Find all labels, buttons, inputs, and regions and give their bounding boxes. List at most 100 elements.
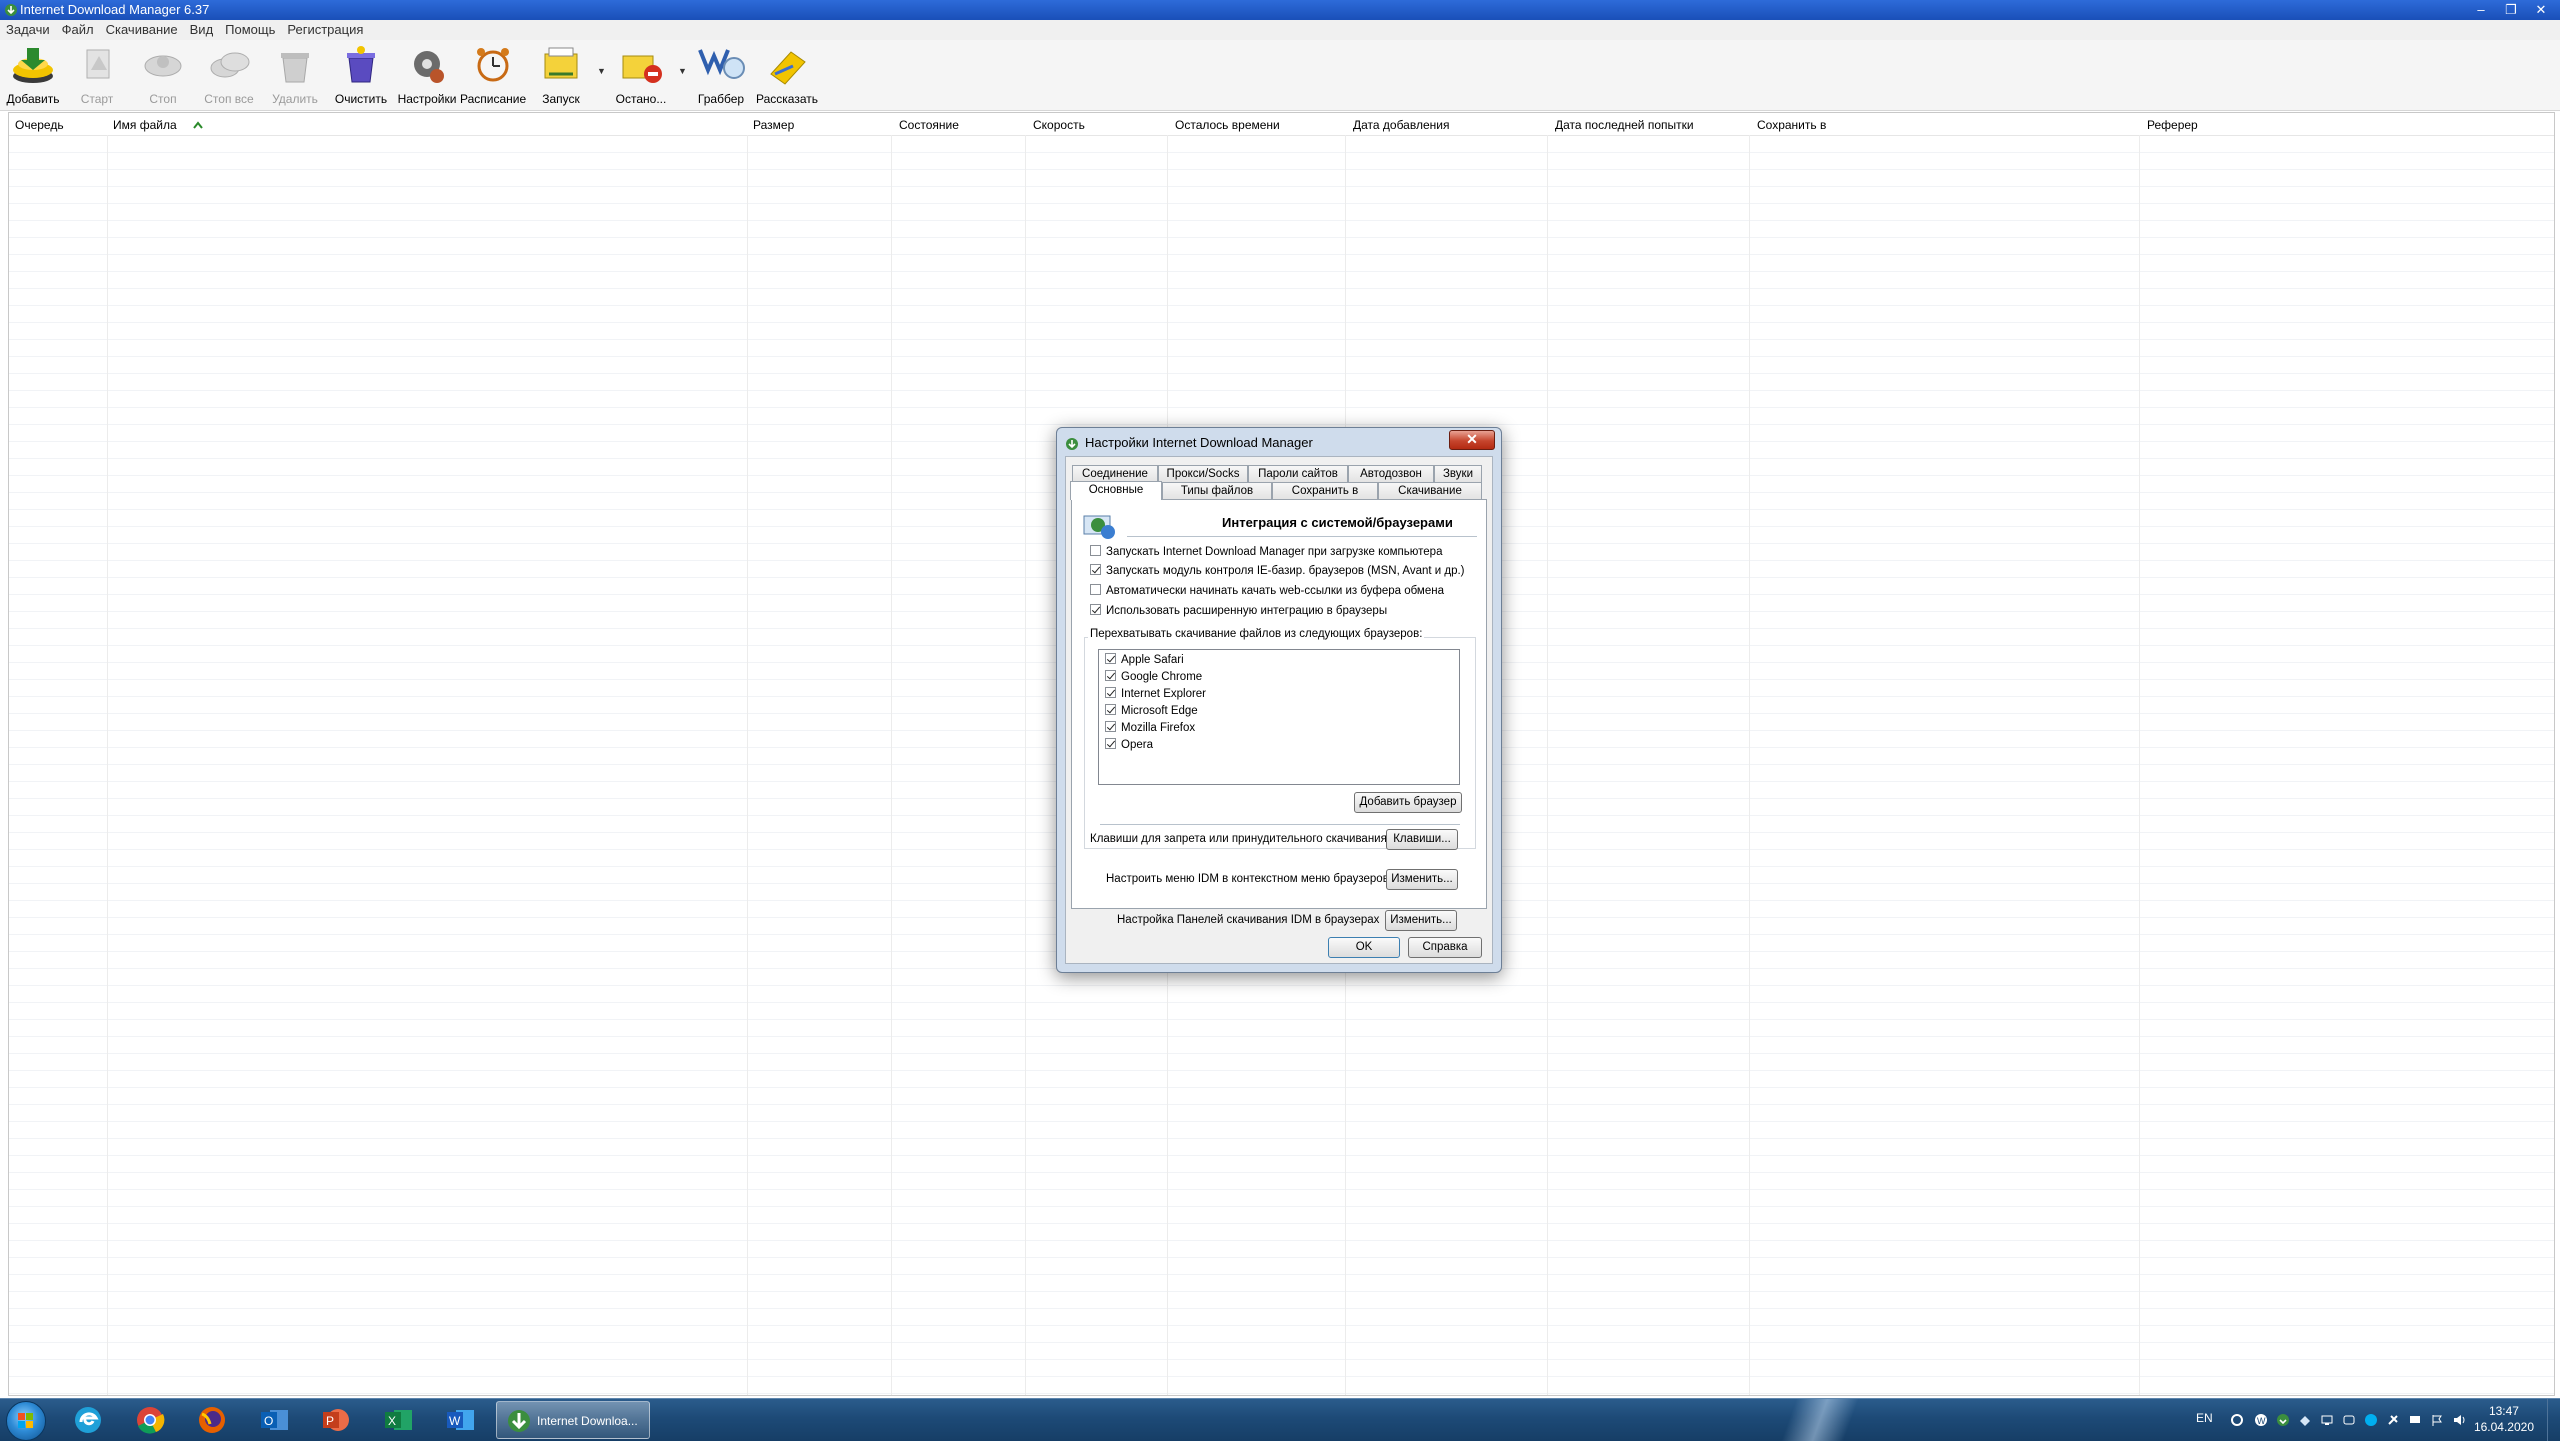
option-advanced-browser-integration[interactable]: Использовать расширенную интеграцию в бр… <box>1090 603 1387 619</box>
column-status[interactable]: Состояние <box>893 113 1023 135</box>
column-queue[interactable]: Очередь <box>9 113 107 135</box>
tray-network-icon[interactable] <box>2320 1413 2334 1427</box>
checkbox-checked[interactable] <box>1105 738 1116 750</box>
tab-proxy-socks[interactable]: Прокси/Socks <box>1158 465 1248 482</box>
tray-idm-icon[interactable] <box>2276 1413 2290 1427</box>
grabber-button[interactable]: Граббер <box>688 42 754 108</box>
schedule-button[interactable]: Расписание <box>460 42 526 108</box>
restore-button[interactable]: ❐ <box>2498 1 2524 18</box>
settings-button[interactable]: Настройки <box>394 42 460 108</box>
tray-app-icon[interactable] <box>2230 1413 2244 1427</box>
tray-chat-icon[interactable] <box>2342 1413 2356 1427</box>
ok-button[interactable]: OK <box>1328 937 1400 958</box>
powerpoint-icon[interactable]: P <box>320 1404 352 1436</box>
checkbox-checked[interactable] <box>1105 721 1116 733</box>
browser-list[interactable]: Apple Safari Google Chrome Internet Expl… <box>1098 649 1460 785</box>
menu-file[interactable]: Файл <box>56 20 100 40</box>
launch-queue-button[interactable]: Запуск <box>528 42 594 108</box>
stop-queue-button[interactable]: Остано... <box>608 42 674 108</box>
window-title: Internet Download Manager 6.37 <box>20 2 210 17</box>
tab-general[interactable]: Основные <box>1070 481 1162 500</box>
checkbox-checked[interactable] <box>1105 670 1116 682</box>
menu-registration[interactable]: Регистрация <box>281 20 369 40</box>
tray-display-icon[interactable] <box>2408 1413 2422 1427</box>
word-icon[interactable]: W <box>444 1404 476 1436</box>
checkbox[interactable] <box>1090 584 1101 596</box>
browser-item-safari[interactable]: Apple Safari <box>1105 652 1184 668</box>
clock-time: 13:47 <box>2488 1404 2519 1418</box>
tray-language[interactable]: EN <box>2196 1411 2213 1425</box>
option-run-at-startup[interactable]: Запускать Internet Download Manager при … <box>1090 544 1442 560</box>
chrome-browser-icon[interactable] <box>134 1404 166 1436</box>
tab-file-types[interactable]: Типы файлов <box>1162 482 1272 499</box>
option-ie-monitor-module[interactable]: Запускать модуль контроля IE-базир. брау… <box>1090 563 1465 579</box>
edge-browser-icon[interactable] <box>72 1404 104 1436</box>
column-time-left[interactable]: Осталось времени <box>1169 113 1347 135</box>
browser-item-edge[interactable]: Microsoft Edge <box>1105 703 1198 719</box>
browser-item-firefox[interactable]: Mozilla Firefox <box>1105 720 1195 736</box>
download-panel-label: Настройка Панелей скачивания IDM в брауз… <box>1117 914 1380 926</box>
keys-button[interactable]: Клавиши... <box>1386 829 1458 850</box>
column-size[interactable]: Размер <box>747 113 887 135</box>
checkbox-checked[interactable] <box>1090 604 1101 616</box>
help-button[interactable]: Справка <box>1408 937 1482 958</box>
browser-item-chrome[interactable]: Google Chrome <box>1105 669 1202 685</box>
tab-save-to[interactable]: Сохранить в <box>1272 482 1378 499</box>
context-menu-change-button[interactable]: Изменить... <box>1386 869 1458 890</box>
checkbox-checked[interactable] <box>1105 704 1116 716</box>
menu-tasks[interactable]: Задачи <box>0 20 56 40</box>
clear-button[interactable]: Очистить <box>328 42 394 108</box>
tray-volume-icon[interactable] <box>2452 1413 2466 1427</box>
column-speed[interactable]: Скорость <box>1027 113 1167 135</box>
start-button[interactable]: Старт <box>64 42 130 108</box>
excel-icon[interactable]: X <box>382 1404 414 1436</box>
stop-button[interactable]: Стоп <box>130 42 196 108</box>
tab-site-passwords[interactable]: Пароли сайтов <box>1248 465 1348 482</box>
tray-word-icon[interactable]: W <box>2254 1413 2268 1427</box>
tell-friend-button[interactable]: Рассказать <box>754 42 820 108</box>
firefox-browser-icon[interactable] <box>196 1404 228 1436</box>
browser-item-ie[interactable]: Internet Explorer <box>1105 686 1206 702</box>
option-clipboard-links[interactable]: Автоматически начинать качать web-ссылки… <box>1090 583 1444 599</box>
stop-queue-dropdown-arrow-icon[interactable]: ▼ <box>678 66 687 76</box>
column-last-try[interactable]: Дата последней попытки <box>1549 113 1749 135</box>
tab-connection[interactable]: Соединение <box>1072 465 1158 482</box>
add-url-button[interactable]: Добавить <box>0 42 66 108</box>
add-browser-button[interactable]: Добавить браузер <box>1354 792 1462 813</box>
tray-security-icon[interactable] <box>2298 1413 2312 1427</box>
start-queue-icon <box>544 47 578 79</box>
column-date-added[interactable]: Дата добавления <box>1347 113 1547 135</box>
checkbox-checked[interactable] <box>1090 564 1101 576</box>
download-panel-change-button[interactable]: Изменить... <box>1385 910 1457 931</box>
tab-sounds[interactable]: Звуки <box>1434 465 1482 482</box>
idm-app-icon <box>1066 437 1078 450</box>
tab-autodial[interactable]: Автодозвон <box>1348 465 1434 482</box>
column-save-to[interactable]: Сохранить в <box>1751 113 2141 135</box>
menu-view[interactable]: Вид <box>184 20 220 40</box>
outlook-icon[interactable]: O <box>258 1404 290 1436</box>
tray-tools-icon[interactable] <box>2386 1413 2400 1427</box>
minimize-button[interactable]: ‒ <box>2468 1 2494 18</box>
delete-button[interactable]: Удалить <box>262 42 328 108</box>
browser-item-opera[interactable]: Opera <box>1105 737 1153 753</box>
taskbar-idm-window[interactable]: Internet Downloa... <box>496 1401 650 1439</box>
tray-flag-icon[interactable] <box>2430 1413 2444 1427</box>
list-header: Очередь Имя файла Размер Состояние Скоро… <box>9 113 2554 136</box>
menu-help[interactable]: Помощь <box>219 20 281 40</box>
column-filename[interactable]: Имя файла <box>107 113 757 135</box>
column-divider <box>2139 135 2140 1395</box>
tray-skype-icon[interactable] <box>2364 1413 2378 1427</box>
tray-clock[interactable]: 13:47 16.04.2020 <box>2474 1403 2534 1435</box>
dialog-close-button[interactable]: ✕ <box>1449 430 1495 450</box>
menu-downloads[interactable]: Скачивание <box>100 20 184 40</box>
column-referer[interactable]: Реферер <box>2141 113 2541 135</box>
checkbox-checked[interactable] <box>1105 653 1116 665</box>
stop-all-button[interactable]: Стоп все <box>196 42 262 108</box>
launch-dropdown-arrow-icon[interactable]: ▼ <box>597 66 606 76</box>
tab-downloads[interactable]: Скачивание <box>1378 482 1482 499</box>
show-desktop-button[interactable] <box>2547 1399 2560 1441</box>
checkbox[interactable] <box>1090 545 1101 557</box>
close-window-button[interactable]: ✕ <box>2528 1 2554 18</box>
start-button[interactable] <box>6 1401 46 1441</box>
checkbox-checked[interactable] <box>1105 687 1116 699</box>
